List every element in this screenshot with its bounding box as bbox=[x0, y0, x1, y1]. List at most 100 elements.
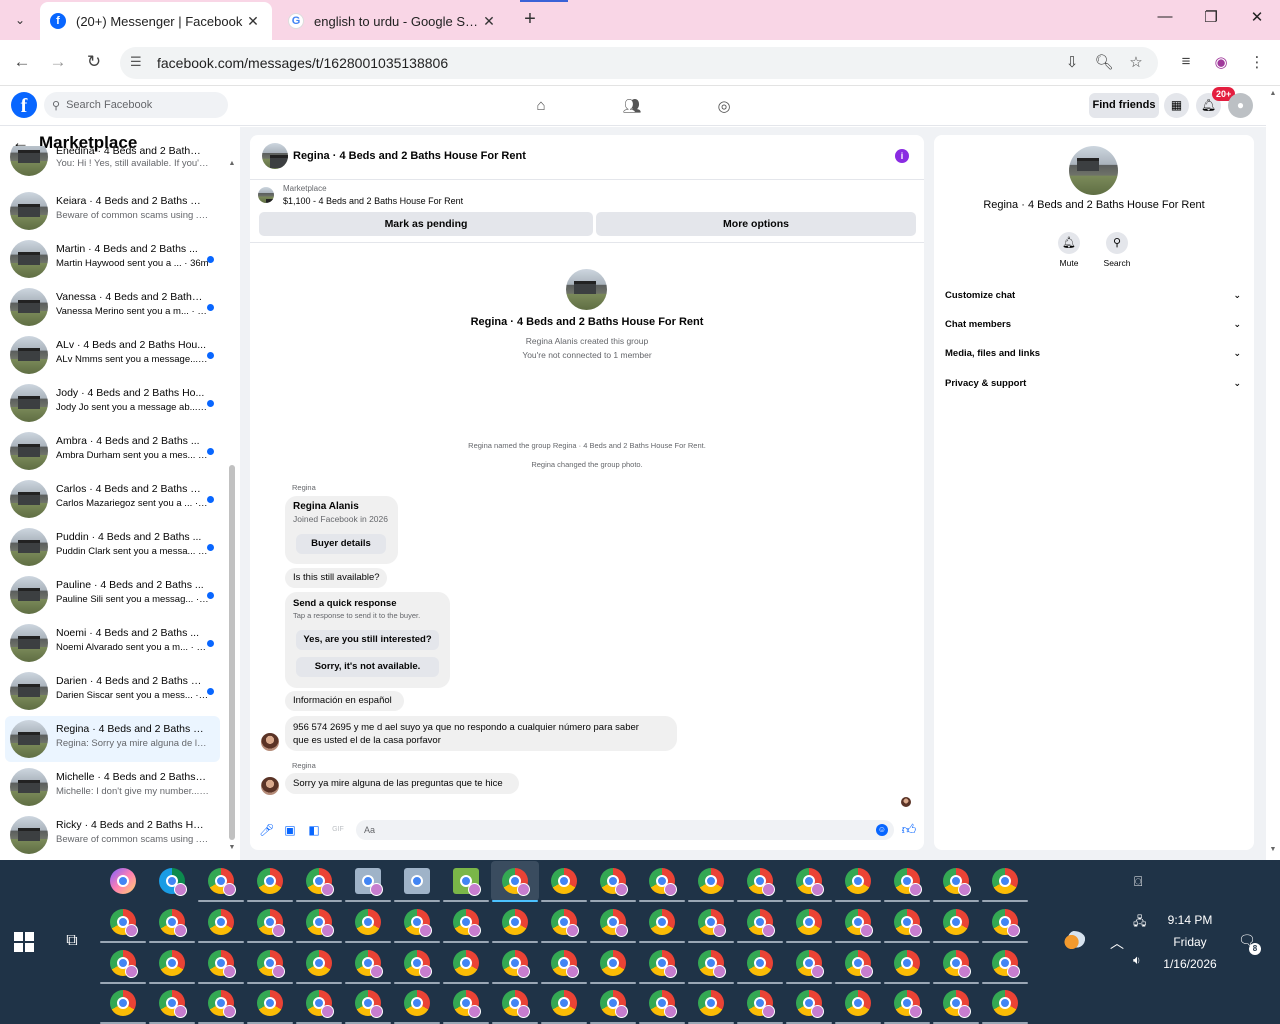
chrome-app-icon[interactable] bbox=[502, 950, 530, 978]
scroll-up-icon[interactable]: ▲ bbox=[228, 160, 236, 167]
task-view-icon[interactable]: ⧉ bbox=[62, 932, 82, 952]
forward-icon[interactable]: → bbox=[45, 52, 71, 76]
chrome-app-icon[interactable] bbox=[992, 868, 1018, 894]
chat-list-scrollbar[interactable]: ▲ ▼ bbox=[228, 160, 236, 851]
chat-list-item[interactable]: Pauline · 4 Beds and 2 Baths ... Pauline … bbox=[5, 572, 220, 618]
close-tab-icon[interactable]: ✕ bbox=[244, 13, 262, 30]
chrome-app-icon[interactable] bbox=[649, 909, 675, 935]
chrome-app-icon[interactable] bbox=[110, 950, 138, 978]
chrome-app-icon[interactable] bbox=[992, 909, 1020, 937]
group-avatar[interactable] bbox=[262, 143, 288, 169]
more-options-button[interactable]: More options bbox=[596, 212, 916, 236]
chrome-app-icon[interactable] bbox=[845, 990, 871, 1016]
gif-icon[interactable]: GIF bbox=[331, 823, 345, 837]
chrome-app-icon[interactable] bbox=[894, 990, 922, 1018]
chrome-app-icon[interactable] bbox=[208, 950, 236, 978]
chrome-app-icon[interactable] bbox=[453, 909, 481, 937]
network-icon[interactable]: 🖧︎ bbox=[1133, 912, 1146, 933]
groups-icon[interactable]: ◎ bbox=[714, 97, 734, 115]
chrome-app-icon[interactable] bbox=[159, 990, 187, 1018]
chrome-app-icon[interactable] bbox=[355, 909, 381, 935]
url-text[interactable]: facebook.com/messages/t/1628001035138806 bbox=[157, 55, 448, 71]
friends-icon[interactable]: 👥︎ bbox=[622, 97, 642, 115]
chrome-app-icon[interactable] bbox=[894, 868, 922, 896]
install-app-icon[interactable]: ⇩ bbox=[1061, 53, 1083, 73]
chrome-app-icon[interactable] bbox=[502, 990, 530, 1018]
chrome-app-icon[interactable] bbox=[306, 909, 334, 937]
emoji-icon[interactable]: ☺ bbox=[876, 824, 888, 836]
chat-list-item[interactable]: Ambra · 4 Beds and 2 Baths ... Ambra Durh… bbox=[5, 428, 220, 474]
chrome-app-icon[interactable] bbox=[306, 950, 332, 976]
listing-price-title[interactable]: $1,100 - 4 Beds and 2 Baths House For Re… bbox=[283, 196, 463, 206]
message-input[interactable]: Aa bbox=[356, 820, 894, 840]
account-avatar[interactable]: ● bbox=[1228, 93, 1253, 118]
chat-list-item[interactable]: Puddin · 4 Beds and 2 Baths ... Puddin Cl… bbox=[5, 524, 220, 570]
chrome-app-icon[interactable] bbox=[208, 909, 234, 935]
search-icon[interactable]: ⚲ bbox=[1106, 232, 1128, 254]
camera-icon[interactable]: ⌼ bbox=[1134, 873, 1142, 890]
chrome-app-icon[interactable] bbox=[453, 990, 481, 1018]
chrome-app-icon[interactable] bbox=[649, 868, 677, 896]
mute-bell-icon[interactable]: 🔔︎ bbox=[1058, 232, 1080, 254]
scrollbar-thumb[interactable] bbox=[229, 465, 235, 840]
chrome-app-icon[interactable] bbox=[600, 868, 628, 896]
media-files-links-row[interactable]: Media, files and links ⌄ bbox=[945, 344, 1245, 362]
tab-messenger[interactable]: f (20+) Messenger | Facebook ✕ bbox=[40, 2, 272, 40]
chrome-app-icon[interactable] bbox=[943, 950, 971, 978]
clock-time[interactable]: 9:14 PM bbox=[1160, 913, 1220, 927]
chrome-app-icon[interactable] bbox=[649, 950, 677, 978]
chrome-app-icon[interactable] bbox=[551, 950, 579, 978]
chat-list-item[interactable]: Regina · 4 Beds and 2 Baths Ho... Regina:… bbox=[5, 716, 220, 762]
desktop-app-icon[interactable] bbox=[404, 868, 430, 894]
chrome-app-icon[interactable] bbox=[551, 868, 577, 894]
clock-date[interactable]: 1/16/2026 bbox=[1155, 957, 1225, 971]
chrome-app-icon[interactable] bbox=[110, 909, 138, 937]
chat-list-item[interactable]: Martin · 4 Beds and 2 Baths ... Martin Ha… bbox=[5, 236, 220, 282]
chrome-app-icon[interactable] bbox=[159, 950, 185, 976]
windows-start-icon[interactable] bbox=[14, 932, 34, 952]
reload-icon[interactable]: ↻ bbox=[81, 52, 107, 76]
chat-list-item[interactable]: Enedina · 4 Beds and 2 Baths H... You: Hi… bbox=[5, 146, 220, 180]
chrome-app-icon[interactable] bbox=[502, 868, 530, 896]
menu-grid-icon[interactable]: ▦ bbox=[1164, 93, 1189, 118]
edge-app-icon[interactable] bbox=[159, 868, 187, 896]
chrome-app-icon[interactable] bbox=[306, 868, 334, 896]
chrome-app-icon[interactable] bbox=[257, 868, 283, 894]
chrome-app-icon[interactable] bbox=[110, 990, 136, 1016]
show-hidden-icons-chevron-icon[interactable]: ︿ bbox=[1110, 933, 1124, 953]
scroll-down-icon[interactable]: ▼ bbox=[1269, 846, 1277, 853]
chrome-app-icon[interactable] bbox=[355, 950, 383, 978]
chrome-app-icon[interactable] bbox=[404, 909, 432, 937]
chrome-app-icon[interactable] bbox=[257, 990, 283, 1016]
chat-list-item[interactable]: Carlos · 4 Beds and 2 Baths H... Carlos M… bbox=[5, 476, 220, 522]
chrome-app-icon[interactable] bbox=[894, 950, 920, 976]
chat-list-item[interactable]: Keiara · 4 Beds and 2 Baths Ho... Beware … bbox=[5, 188, 220, 234]
chrome-app-icon[interactable] bbox=[600, 950, 626, 976]
chat-members-row[interactable]: Chat members ⌄ bbox=[945, 315, 1245, 333]
chrome-app-icon[interactable] bbox=[404, 950, 432, 978]
chrome-app-icon[interactable] bbox=[453, 950, 479, 976]
chrome-app-icon[interactable] bbox=[992, 950, 1020, 978]
media-controls-icon[interactable]: ≡ bbox=[1175, 53, 1197, 73]
chat-list-item[interactable]: Ricky · 4 Beds and 2 Baths Hou... Beware … bbox=[5, 812, 220, 858]
privacy-support-row[interactable]: Privacy & support ⌄ bbox=[945, 374, 1245, 392]
chat-list-item[interactable]: Darien · 4 Beds and 2 Baths H... Darien S… bbox=[5, 668, 220, 714]
close-tab-icon[interactable]: ✕ bbox=[480, 13, 498, 30]
chrome-app-icon[interactable] bbox=[208, 990, 236, 1018]
chrome-app-icon[interactable] bbox=[698, 909, 726, 937]
chrome-app-icon[interactable] bbox=[649, 990, 677, 1018]
chat-list-item[interactable]: Michelle · 4 Beds and 2 Baths ... Michell… bbox=[5, 764, 220, 810]
chrome-app-icon[interactable] bbox=[845, 909, 873, 937]
thumbs-up-icon[interactable]: 👍︎ bbox=[901, 821, 917, 837]
chrome-app-icon[interactable] bbox=[257, 909, 285, 937]
page-scrollbar[interactable]: ▲ ▼ bbox=[1266, 86, 1280, 860]
customize-chat-row[interactable]: Customize chat ⌄ bbox=[945, 286, 1245, 304]
scroll-down-icon[interactable]: ▼ bbox=[228, 844, 236, 851]
clock-day[interactable]: Friday bbox=[1160, 935, 1220, 949]
chrome-app-icon[interactable] bbox=[747, 990, 775, 1018]
chrome-app-icon[interactable] bbox=[355, 990, 383, 1018]
chrome-app-icon[interactable] bbox=[747, 909, 775, 937]
chrome-app-icon[interactable] bbox=[796, 868, 824, 896]
profile-icon[interactable]: ◉ bbox=[1210, 53, 1232, 73]
browser-menu-icon[interactable]: ⋮ bbox=[1246, 53, 1268, 73]
